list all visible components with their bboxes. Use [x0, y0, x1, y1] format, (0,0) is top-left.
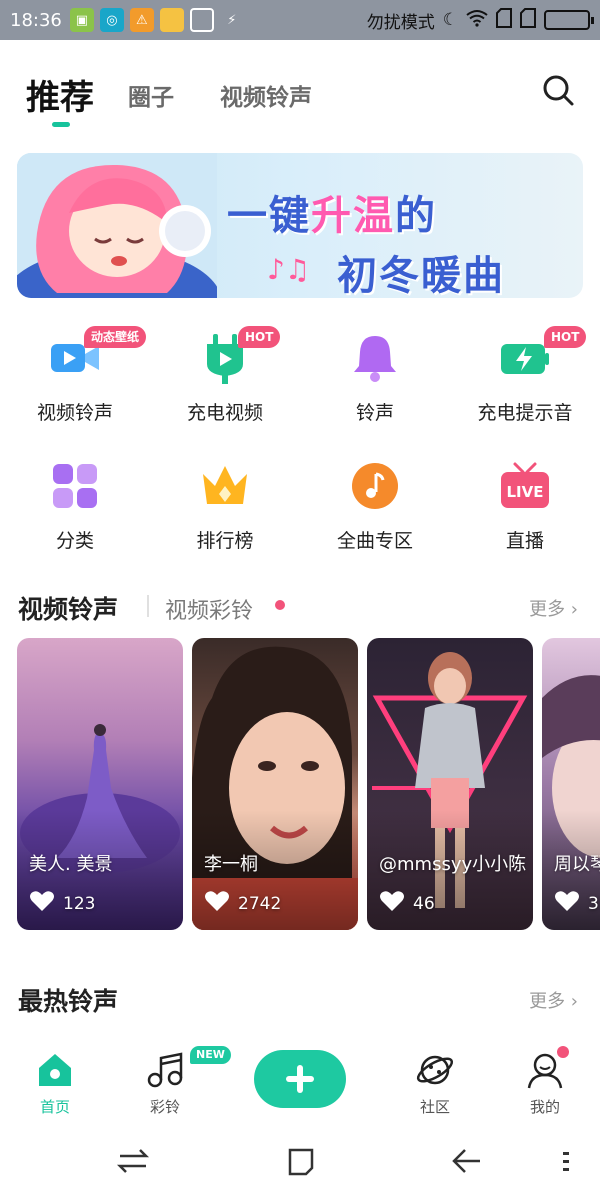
- switch-app-icon[interactable]: [116, 1144, 150, 1178]
- category-classify[interactable]: 分类: [0, 448, 150, 558]
- bell-icon: [354, 336, 396, 382]
- status-bar: 18:36 ▣ ◎ ⚠ ⚡ 勿扰模式 ☾: [0, 0, 600, 40]
- category-charging-tone[interactable]: HOT 充电提示音: [450, 320, 600, 430]
- svg-text:LIVE: LIVE: [507, 483, 544, 501]
- heart-icon: [554, 890, 580, 917]
- usb-icon: ⚡: [227, 12, 237, 28]
- heart-icon: [204, 890, 230, 917]
- back-arrow-icon[interactable]: [450, 1144, 484, 1178]
- planet-icon: [416, 1055, 454, 1085]
- music-note-icon: [147, 1052, 183, 1088]
- app-icon: ◎: [99, 8, 124, 32]
- status-right: 勿扰模式 ☾: [366, 0, 594, 40]
- category-charging-video[interactable]: HOT 充电视频: [150, 320, 300, 430]
- menu-dots-icon[interactable]: [556, 1144, 576, 1178]
- status-time: 18:36: [10, 9, 62, 31]
- video-card[interactable]: 美人. 美景 123: [17, 638, 183, 930]
- live-tv-icon: LIVE: [501, 462, 549, 508]
- category-video-ringtone[interactable]: 动态壁纸 视频铃声: [0, 320, 150, 430]
- nav-mine[interactable]: 我的: [490, 1036, 600, 1120]
- nav-home[interactable]: 首页: [0, 1036, 110, 1120]
- sim-icon: [496, 7, 512, 33]
- search-icon[interactable]: [540, 72, 576, 108]
- music-disc-icon: [352, 463, 398, 509]
- top-tab-bar: 推荐 圈子 视频铃声: [0, 40, 600, 140]
- heart-icon: [379, 890, 405, 917]
- moon-icon: ☾: [442, 10, 458, 30]
- badge-hot: HOT: [544, 326, 587, 348]
- crown-icon: [203, 466, 247, 504]
- home-square-icon[interactable]: [284, 1144, 318, 1178]
- tab-video-ringtone[interactable]: 视频铃声: [220, 78, 312, 112]
- girl-illustration: [17, 153, 217, 298]
- wifi-icon: [466, 9, 488, 32]
- banner-line-2: 初冬暖曲: [337, 253, 505, 298]
- video-card[interactable]: 李一桐 2742: [192, 638, 358, 930]
- battery-icon: [544, 10, 594, 30]
- promo-banner[interactable]: 一键升温的 ♪♫ 初冬暖曲: [17, 153, 583, 298]
- tab-circle[interactable]: 圈子: [128, 78, 174, 112]
- more-link-video[interactable]: 更多 ›: [529, 595, 578, 621]
- badge-hot: HOT: [238, 326, 281, 348]
- heart-icon: [29, 890, 55, 917]
- notification-dot: [557, 1046, 569, 1058]
- badge-new: NEW: [190, 1046, 231, 1064]
- sim-icon: [520, 7, 536, 33]
- grid-icon: [53, 464, 97, 508]
- music-notes-icon: ♪♫: [267, 253, 310, 286]
- section-divider: [147, 595, 149, 617]
- section-title-hot-ringtone: 最热铃声: [18, 987, 119, 1016]
- category-ringtone[interactable]: 铃声: [300, 320, 450, 430]
- dnd-label: 勿扰模式: [366, 12, 435, 33]
- tab-recommend[interactable]: 推荐: [26, 70, 94, 119]
- video-card[interactable]: 周以琴 3: [542, 638, 600, 930]
- tab-indicator: [52, 122, 70, 127]
- plus-icon: [286, 1065, 314, 1093]
- create-button[interactable]: [254, 1050, 346, 1108]
- new-dot: [275, 600, 285, 610]
- video-card-list: 美人. 美景 123 李一桐 2742 @mmssyy小小陈 46 周以琴 3: [0, 638, 600, 930]
- section-title-video-ringtone: 视频铃声: [18, 595, 119, 624]
- folder-icon: [159, 8, 184, 32]
- category-ranking[interactable]: 排行榜: [150, 448, 300, 558]
- more-link-hot[interactable]: 更多 ›: [529, 987, 578, 1013]
- tab-video-color-ring[interactable]: 视频彩铃: [165, 593, 253, 625]
- video-card[interactable]: @mmssyy小小陈 46: [367, 638, 533, 930]
- banner-line-1: 一键升温的: [227, 193, 437, 239]
- bottom-nav: 首页 彩铃 NEW 社区 我的: [0, 1036, 600, 1120]
- broom-icon: [189, 8, 214, 32]
- android-icon: ▣: [69, 8, 94, 32]
- badge-dynamic-wallpaper: 动态壁纸: [84, 326, 147, 348]
- category-live[interactable]: LIVE 直播: [450, 448, 600, 558]
- category-full-song[interactable]: 全曲专区: [300, 448, 450, 558]
- nav-community[interactable]: 社区: [380, 1036, 490, 1120]
- home-icon: [39, 1054, 71, 1086]
- warning-icon: ⚠: [129, 8, 154, 32]
- system-nav-bar: [0, 1120, 600, 1200]
